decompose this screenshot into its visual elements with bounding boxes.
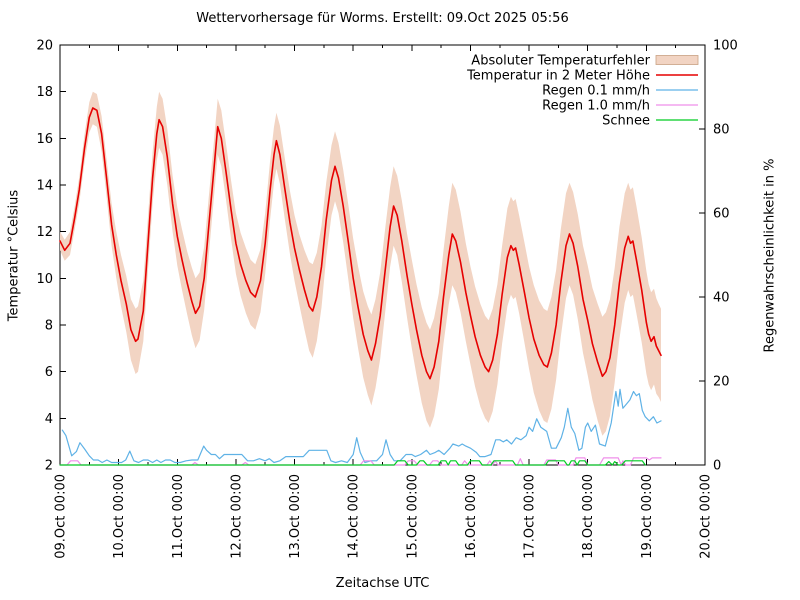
- y-right-tick-label: 100: [713, 39, 738, 54]
- y-left-tick-label: 12: [36, 225, 53, 240]
- x-tick-label: 18.Oct 00:00: [581, 474, 596, 559]
- plot-canvas: 09.Oct 00:00 10.Oct 00:00 11.Oct 00:00 12.O…: [36, 39, 738, 559]
- y-right-tick-label: 80: [713, 123, 730, 138]
- y-right-tick-label: 20: [713, 375, 730, 390]
- right-axis-title: Regenwahrscheinlichkeit in %: [762, 158, 778, 353]
- legend-label-error_band: Absoluter Temperaturfehler: [471, 54, 650, 69]
- y-left-tick-label: 2: [45, 459, 53, 474]
- x-tick-label: 14.Oct 00:00: [347, 474, 362, 559]
- y-left-tick-label: 6: [45, 365, 53, 380]
- legend-label-rain_10: Regen 1.0 mm/h: [542, 99, 650, 114]
- y-left-tick-label: 14: [36, 179, 53, 194]
- x-tick-label: 19.Oct 00:00: [640, 474, 655, 559]
- x-tick-label: 15.Oct 00:00: [405, 474, 420, 559]
- x-tick-label: 12.Oct 00:00: [229, 474, 244, 559]
- chart-title: Wettervorhersage für Worms. Erstellt: 09…: [196, 11, 569, 26]
- y-right-tick-label: 40: [713, 291, 730, 306]
- x-tick-label: 16.Oct 00:00: [464, 474, 479, 559]
- y-left-tick-label: 16: [36, 132, 53, 147]
- y-left-tick-label: 8: [45, 319, 53, 334]
- x-tick-label: 20.Oct 00:00: [699, 474, 714, 559]
- y-right-tick-label: 0: [713, 459, 721, 474]
- temperature-error-band: [60, 91, 661, 436]
- left-axis-title: Temperatur °Celsius: [6, 189, 22, 322]
- legend-label-rain_01: Regen 0.1 mm/h: [542, 84, 650, 99]
- y-left-tick-label: 10: [36, 272, 53, 287]
- x-tick-label: 11.Oct 00:00: [171, 474, 186, 559]
- y-left-tick-label: 20: [36, 39, 53, 54]
- legend-label-temperature: Temperatur in 2 Meter Höhe: [466, 69, 650, 84]
- x-tick-label: 17.Oct 00:00: [523, 474, 538, 559]
- legend-swatch-error_band: [655, 55, 699, 65]
- rain_01-line: [61, 388, 662, 464]
- y-left-tick-label: 4: [45, 412, 53, 427]
- x-tick-label: 13.Oct 00:00: [288, 474, 303, 559]
- x-tick-label: 10.Oct 00:00: [112, 474, 127, 559]
- x-tick-label: 09.Oct 00:00: [54, 474, 69, 559]
- y-left-tick-label: 18: [36, 85, 53, 100]
- y-right-tick-label: 60: [713, 207, 730, 222]
- legend-label-snow: Schnee: [602, 114, 650, 129]
- x-axis-title: Zeitachse UTC: [335, 576, 430, 591]
- weather-forecast-chart: 09.Oct 00:00 10.Oct 00:00 11.Oct 00:00 12.O…: [0, 0, 800, 600]
